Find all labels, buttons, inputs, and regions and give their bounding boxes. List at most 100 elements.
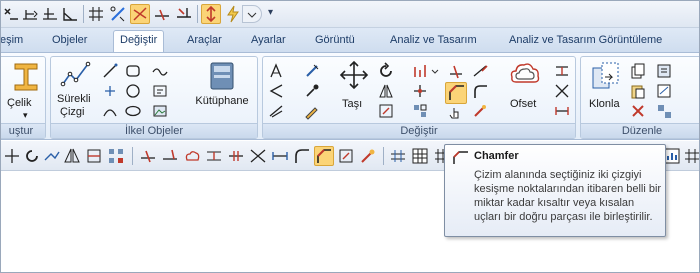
snap-grid-icon[interactable] <box>388 146 408 166</box>
tab-cizim[interactable]: eşim <box>0 34 23 46</box>
group-label-ilkel-objeler: İlkel Objeler <box>51 123 257 138</box>
fillet-small-icon[interactable] <box>292 146 312 166</box>
copy-icon[interactable] <box>629 62 647 80</box>
join-icon[interactable] <box>553 62 571 80</box>
tab-goruntu[interactable]: Görüntü <box>315 34 355 46</box>
delete-icon[interactable] <box>629 102 647 120</box>
celik-button[interactable]: Çelik ▾ <box>7 61 43 121</box>
mirror-icon[interactable] <box>267 62 285 80</box>
tab-degistir[interactable]: Değiştir <box>113 30 165 54</box>
surekli-cizgi-button[interactable]: Sürekli Çizgi <box>53 60 99 122</box>
extend-red-icon[interactable] <box>471 62 489 80</box>
pencil-icon[interactable] <box>303 102 321 120</box>
offset-cloud-icon <box>510 63 540 83</box>
scale-icon[interactable] <box>377 102 395 120</box>
measure-icon[interactable] <box>303 62 321 80</box>
spline-icon[interactable] <box>151 62 169 80</box>
grid-small-icon[interactable] <box>682 146 700 166</box>
explode-small-icon[interactable] <box>358 146 378 166</box>
kutuphane-button[interactable]: Kütüphane <box>189 60 255 122</box>
properties-icon[interactable] <box>655 62 673 80</box>
lightning-icon[interactable] <box>223 4 243 24</box>
intersect-small-icon[interactable] <box>248 146 268 166</box>
point-icon[interactable] <box>101 82 119 100</box>
angle-icon[interactable] <box>60 4 80 24</box>
tab-analiz-tasarim[interactable]: Analiz ve Tasarım <box>390 34 477 46</box>
celik-arrow: ▾ <box>23 110 28 120</box>
tab-araclar[interactable]: Araçlar <box>187 34 222 46</box>
intersect-icon[interactable] <box>553 82 571 100</box>
stretch-icon[interactable] <box>553 102 571 120</box>
stretch-line-icon[interactable] <box>270 146 290 166</box>
ofset-label: Ofset <box>510 98 537 110</box>
group-ilkel-objeler: Sürekli Çizgi Kütüphane İlkel Objeler <box>50 56 258 139</box>
paste-icon[interactable] <box>629 82 647 100</box>
grid-snap-icon[interactable] <box>86 4 106 24</box>
table-grid-icon[interactable] <box>410 146 430 166</box>
trim-icon[interactable] <box>40 4 60 24</box>
qat-customize-arrow[interactable]: ▾ <box>268 7 273 18</box>
library-icon <box>210 62 234 90</box>
intersection-snap-icon[interactable] <box>130 4 150 24</box>
celik-label: Çelik <box>7 97 32 109</box>
line-icon[interactable] <box>101 62 119 80</box>
ellipse-icon[interactable] <box>124 102 142 120</box>
mirror-triangle-icon[interactable] <box>377 82 395 100</box>
tooltip-title: Chamfer <box>474 150 519 162</box>
tasi-button[interactable]: Taşı <box>335 60 373 122</box>
ofset-button[interactable]: Ofset <box>501 60 549 122</box>
join-small-icon[interactable] <box>204 146 224 166</box>
extend-small-icon[interactable] <box>160 146 180 166</box>
tasi-label: Taşı <box>342 98 363 110</box>
klonla-label: Klonla <box>589 98 620 110</box>
polyline-icon <box>60 61 91 87</box>
array-icon[interactable] <box>411 102 429 120</box>
image-icon[interactable] <box>151 102 169 120</box>
rectangle-round-icon[interactable] <box>124 62 142 80</box>
move-small-icon[interactable] <box>2 146 22 166</box>
select-icon[interactable] <box>2 4 22 24</box>
break-small-icon[interactable] <box>226 146 246 166</box>
trim-small-icon[interactable] <box>138 146 158 166</box>
align-small-icon[interactable] <box>84 146 104 166</box>
match-icon[interactable] <box>655 82 673 100</box>
tab-objeler[interactable]: Objeler <box>52 34 87 46</box>
group-edit-icon[interactable] <box>655 102 673 120</box>
tooltip-description: Çizim alanında seçtiğiniz iki çizgiyi ke… <box>474 169 662 223</box>
rotate-small-icon[interactable] <box>22 146 42 166</box>
dimension-icon[interactable] <box>20 4 40 24</box>
stretch-small-icon[interactable] <box>42 146 62 166</box>
circle-icon[interactable] <box>124 82 142 100</box>
group-duzenle: Klonla Düzenle <box>580 56 700 139</box>
chamfer-small-icon[interactable] <box>314 146 334 166</box>
mirror-small-icon[interactable] <box>62 146 82 166</box>
perpendicular-icon[interactable] <box>174 4 194 24</box>
tab-analiz-goruntuleme[interactable]: Analiz ve Tasarım Görüntüleme <box>509 34 662 46</box>
group-label-duzenle: Düzenle <box>581 123 700 138</box>
arc-icon[interactable] <box>101 102 119 120</box>
line-snap-icon[interactable] <box>152 4 172 24</box>
rotate-icon[interactable] <box>377 62 395 80</box>
text-box-icon[interactable] <box>151 82 169 100</box>
tab-ayarlar[interactable]: Ayarlar <box>251 34 286 46</box>
klonla-button[interactable]: Klonla <box>585 60 627 122</box>
qat-dropdown[interactable] <box>242 5 262 23</box>
break-icon[interactable] <box>411 62 429 80</box>
steel-beam-icon <box>14 63 38 91</box>
break-dropdown[interactable] <box>429 62 441 80</box>
offset-arrow-icon[interactable] <box>267 82 285 100</box>
chamfer-icon[interactable] <box>445 82 467 104</box>
quick-access-toolbar: ▾ <box>0 0 700 28</box>
extend-icon[interactable] <box>201 4 221 24</box>
scale-small-icon[interactable] <box>336 146 356 166</box>
chamfer-tooltip: Chamfer Çizim alanında seçtiğiniz iki çi… <box>444 144 666 237</box>
fillet-icon[interactable] <box>471 82 489 100</box>
array-small-icon[interactable] <box>106 146 126 166</box>
snap-tool-icon[interactable] <box>108 4 128 24</box>
offset-small-icon[interactable] <box>182 146 202 166</box>
explode-icon[interactable] <box>471 102 489 120</box>
eyedropper-icon[interactable] <box>303 82 321 100</box>
trim-red-icon[interactable] <box>447 62 465 80</box>
align-icon[interactable] <box>411 82 429 100</box>
rotate-lines-icon[interactable] <box>267 102 285 120</box>
